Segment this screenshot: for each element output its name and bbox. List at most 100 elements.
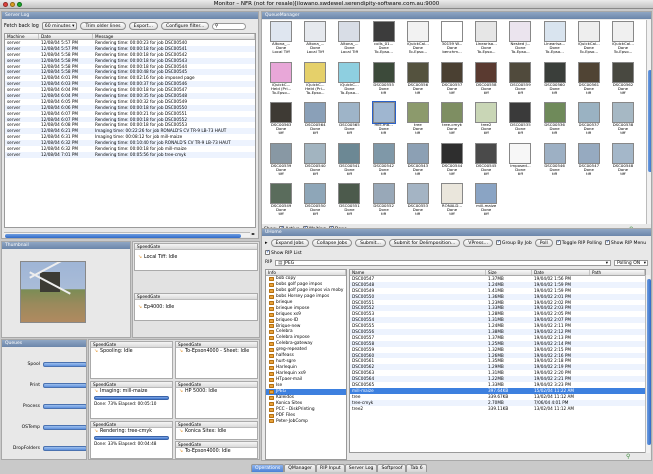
zoom-window-button[interactable]	[17, 2, 22, 7]
scrollbar-knob[interactable]	[646, 279, 651, 445]
checkbox-icon[interactable]	[495, 239, 501, 245]
tree-folder-item[interactable]: Peter-JobComp	[266, 419, 346, 425]
column-header-date[interactable]: Date	[532, 270, 590, 275]
configure-filter-button[interactable]: Configure filter...	[160, 22, 210, 30]
job-thumbnail[interactable]: tree2 Done tiff	[469, 101, 503, 142]
vpress-button[interactable]: VPress...	[463, 239, 493, 247]
job-thumbnail[interactable]: DSC00544 Done tiff	[435, 142, 469, 183]
file-row[interactable]: tree2 339.11KB 13/02/04 11:12 AM	[350, 406, 645, 412]
job-thumbnail[interactable]: mill-ma... Done tiff	[367, 101, 401, 142]
show-rip-list-toggle[interactable]: Show RIP List	[265, 249, 302, 256]
job-thumbnail[interactable]: DSC00562 Done tiff	[606, 61, 640, 102]
tab-softproof[interactable]: Softproof	[377, 464, 407, 472]
job-thumbnail[interactable]: DSC00560 Done tiff	[538, 61, 572, 102]
server-log-horizontal-scrollbar[interactable]	[4, 232, 250, 238]
job-thumbnail[interactable]: DSC00559 Done tiff	[503, 61, 537, 102]
job-thumbnail[interactable]: DSC00540 Done tiff	[298, 142, 332, 183]
job-thumbnail[interactable]: DSC00565 Done tiff	[332, 101, 366, 142]
job-thumbnail[interactable]: DSC00556 Done tiff	[401, 61, 435, 102]
job-thumbnail[interactable]: DSC00561 Done tiff	[572, 61, 606, 102]
table-row[interactable]: server 12/08/04 7:01 PM Rendering time: 00…	[5, 151, 255, 158]
job-thumbnail[interactable]: DSC00546 Done tiff	[538, 142, 572, 183]
job-thumbnail[interactable]: Linearisa... Done To-Epso...	[538, 20, 572, 61]
job-thumbnail[interactable]: iQuickCal... Done To-Epso...	[606, 20, 640, 61]
column-header-name[interactable]: Name	[350, 270, 486, 275]
checkbox-icon[interactable]	[555, 239, 561, 245]
job-thumbnail[interactable]: DSC00552 Done tiff	[367, 182, 401, 223]
job-thumbnail[interactable]: DSC00543 Done tiff	[401, 142, 435, 183]
trim-older-lines-button[interactable]: Trim older lines	[80, 22, 126, 30]
rip-select[interactable]: ▤ JPEG ▾	[275, 259, 611, 266]
job-thumbnail[interactable]: DSC00545 Done tiff	[469, 142, 503, 183]
toggle-rip-polling-toggle[interactable]: Toggle RIP Polling	[555, 239, 602, 246]
minimize-window-button[interactable]	[10, 2, 15, 7]
job-thumbnail[interactable]: imposed... Done tiff	[503, 142, 537, 183]
submit-button[interactable]: Submit...	[355, 239, 386, 247]
job-thumbnail[interactable]: DSC00541 Done tiff	[332, 142, 366, 183]
checkbox-icon[interactable]	[265, 249, 270, 255]
column-header-path[interactable]: Path	[590, 270, 645, 275]
tab-operations[interactable]: Operations	[251, 464, 285, 472]
queue-row[interactable]: Process	[2, 396, 86, 417]
job-thumbnail[interactable]: DSC00555 Done tiff	[367, 61, 401, 102]
rip-file-vertical-scrollbar[interactable]	[645, 275, 651, 453]
submit-for-delimposition-button[interactable]: Submit for Delimposition...	[388, 239, 461, 247]
expand-jobs-button[interactable]: Expand Jobs	[270, 239, 309, 247]
job-thumbnail[interactable]: iQuickC... Held (Pri... To-Epso...	[264, 61, 298, 102]
thumbnail-vertical-scrollbar[interactable]	[646, 20, 651, 224]
checkbox-icon[interactable]	[604, 239, 610, 245]
job-thumbnail[interactable]: DSC00563 Done tiff	[264, 101, 298, 142]
job-thumbnail[interactable]: DSC00542 Done tiff	[367, 142, 401, 183]
tab-qmanager[interactable]: QManager	[284, 464, 317, 472]
job-thumbnail[interactable]: DSC00564 Done tiff	[298, 101, 332, 142]
job-thumbnail[interactable]: DSC00549 Done tiff	[264, 182, 298, 223]
job-thumbnail[interactable]: DSC00558 Done tiff	[469, 61, 503, 102]
scrollbar-knob[interactable]	[5, 233, 241, 238]
job-thumbnail[interactable]: Altona_... Done Local Tiff	[332, 20, 366, 61]
tab-server-log[interactable]: Server Log	[344, 464, 378, 472]
column-header-date[interactable]: Date	[39, 34, 93, 39]
tab-rip-input[interactable]: RIP Input	[316, 464, 345, 472]
queue-row[interactable]: DropFolders	[2, 438, 86, 459]
job-thumbnail[interactable]: iQuickCal... Done To-Epso...	[572, 20, 606, 61]
column-header-size[interactable]: Size	[486, 270, 532, 275]
column-header-info[interactable]: Info	[266, 270, 346, 275]
polling-select[interactable]: Polling ON ▾	[614, 259, 648, 266]
job-thumbnail[interactable]: iQuickC... Done To-Epso...	[332, 61, 366, 102]
job-thumbnail[interactable]: RONALD... Done tiff	[435, 182, 469, 223]
job-thumbnail[interactable]: DSC00536 Done tiff	[538, 101, 572, 142]
job-thumbnail[interactable]: DSC00537 Done tiff	[572, 101, 606, 142]
job-thumbnail[interactable]: DSC00539 Done tiff	[264, 142, 298, 183]
job-thumbnail[interactable]: colls_01... Done To-Epso...	[367, 20, 401, 61]
job-thumbnail[interactable]: 30159 W... Done benchm...	[435, 20, 469, 61]
job-thumbnail[interactable]: DSC00535 Done tiff	[503, 101, 537, 142]
job-thumbnail[interactable]: DSC00551 Done tiff	[332, 182, 366, 223]
queue-row[interactable]: OSTemp	[2, 417, 86, 438]
group-by-job-toggle[interactable]: Group By Job	[495, 239, 532, 246]
queue-row[interactable]: Print	[2, 375, 86, 396]
job-thumbnail[interactable]: Altona_... Done Local Tiff	[264, 20, 298, 61]
scrollbar-knob[interactable]	[647, 70, 651, 172]
job-thumbnail[interactable]: DSC00557 Done tiff	[435, 61, 469, 102]
fetch-back-log-select[interactable]: 60 minutes ▾	[41, 22, 78, 30]
tab-tab-6[interactable]: Tab 6	[406, 464, 427, 472]
job-thumbnail[interactable]: Altona_... Done Local Tiff	[298, 20, 332, 61]
column-header-machine[interactable]: Machine	[5, 34, 39, 39]
job-thumbnail[interactable]: Nested J... Done To-Epso...	[503, 20, 537, 61]
close-window-button[interactable]	[3, 2, 8, 7]
job-thumbnail[interactable]: tree Done tiff	[401, 101, 435, 142]
queue-row[interactable]: Spool	[2, 354, 86, 375]
export-button[interactable]: Export...	[128, 22, 158, 30]
job-thumbnail[interactable]: DSC00550 Done tiff	[298, 182, 332, 223]
job-thumbnail[interactable]: tree-cmyk Done tiff	[435, 101, 469, 142]
resize-handle-icon[interactable]: ⚲	[626, 453, 630, 460]
collapse-jobs-button[interactable]: Collapse Jobs	[311, 239, 353, 247]
show-rip-menu-toggle[interactable]: Show RIP Menu	[604, 239, 646, 246]
scroll-arrows-icon[interactable]: ◂▸	[251, 231, 255, 236]
job-thumbnail[interactable]: DSC00548 Done tiff	[606, 142, 640, 183]
job-thumbnail[interactable]: iQuickC... Held (Pri... To-Epso...	[298, 61, 332, 102]
job-thumbnail[interactable]: mill-maize Done tiff	[469, 182, 503, 223]
column-header-message[interactable]: Message	[93, 34, 255, 39]
job-thumbnail[interactable]: DSC00538 Done tiff	[606, 101, 640, 142]
poll-button[interactable]: Poll	[534, 239, 553, 247]
